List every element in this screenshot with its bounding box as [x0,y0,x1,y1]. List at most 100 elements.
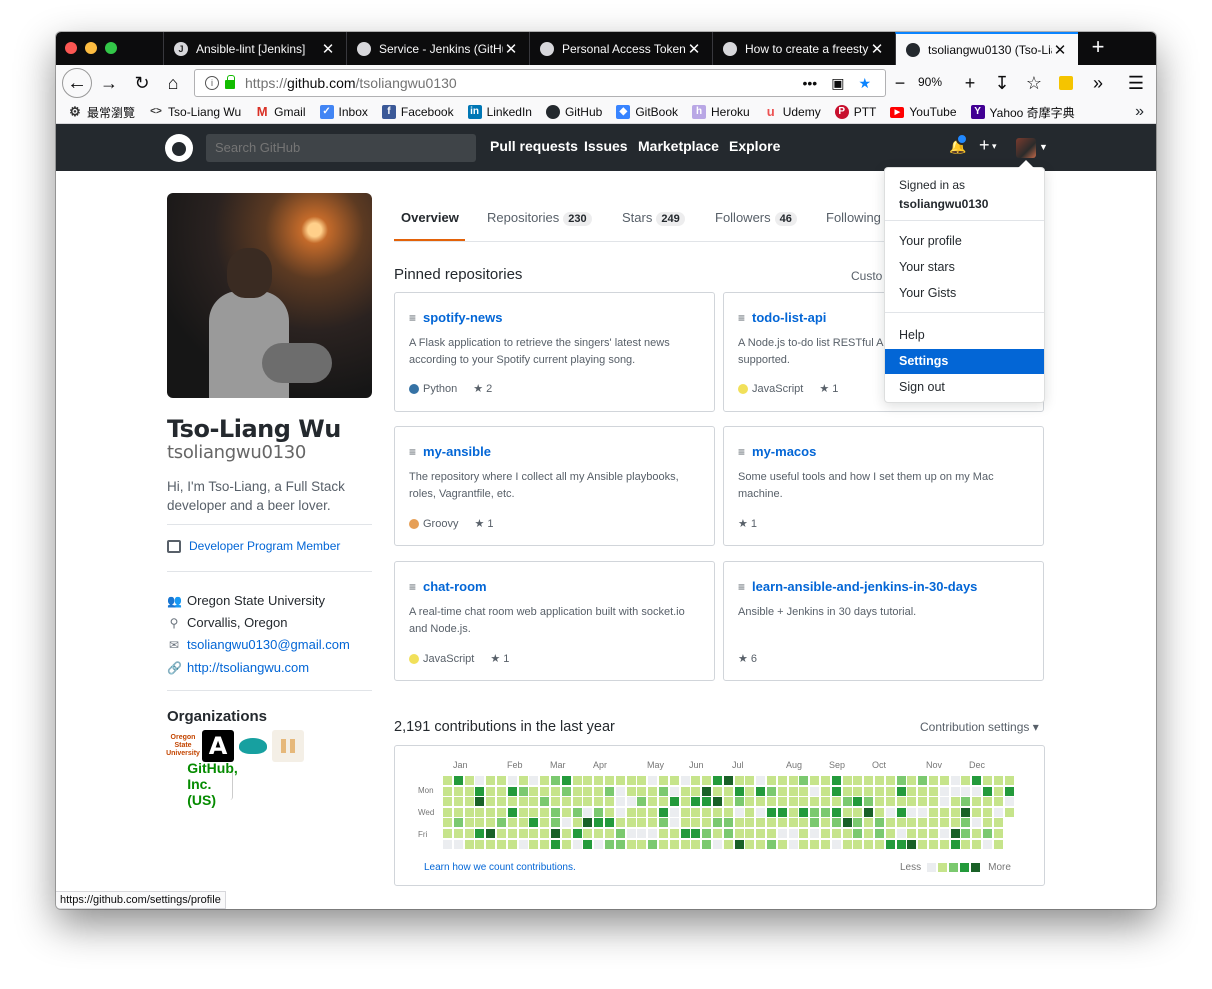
contribution-day-cell[interactable] [864,786,874,796]
contribution-day-cell[interactable] [799,829,809,838]
contribution-day-cell[interactable] [561,786,571,796]
contribution-day-cell[interactable] [767,776,776,785]
contribution-day-cell[interactable] [875,839,884,849]
contribution-day-cell[interactable] [723,807,733,817]
contribution-day-cell[interactable] [788,807,798,817]
contribution-day-cell[interactable] [1004,807,1014,817]
contribution-day-cell[interactable] [669,786,679,796]
contribution-day-cell[interactable] [767,829,776,838]
contribution-day-cell[interactable] [864,797,874,807]
contribution-day-cell[interactable] [507,839,517,849]
contribution-day-cell[interactable] [907,797,917,807]
contribution-day-cell[interactable] [918,818,928,828]
contribution-day-cell[interactable] [993,818,1003,828]
menu-item-sign-out[interactable]: Sign out [885,375,1044,400]
bookmark-facebook[interactable]: f Facebook [381,105,454,119]
contribution-day-cell[interactable] [551,818,560,828]
contribution-day-cell[interactable] [561,776,571,785]
contribution-day-cell[interactable] [605,829,614,838]
contribution-day-cell[interactable] [983,818,992,828]
contribution-day-cell[interactable] [594,818,604,828]
maximize-window-icon[interactable] [105,42,117,54]
contribution-day-cell[interactable] [702,807,712,817]
contribution-day-cell[interactable] [745,829,755,838]
contribution-day-cell[interactable] [551,807,560,817]
contribution-day-cell[interactable] [464,786,474,796]
contribution-day-cell[interactable] [659,829,668,838]
contribution-day-cell[interactable] [605,839,614,849]
tab-stars[interactable]: Stars 249 [622,210,685,226]
contribution-day-cell[interactable] [983,807,992,817]
search-input[interactable] [206,134,476,162]
zoom-in-button[interactable]: + [958,71,982,95]
url-bar[interactable]: i GitHub, Inc. (US) https://github.com/t… [187,69,886,808]
contribution-day-cell[interactable] [939,776,949,785]
contribution-day-cell[interactable] [443,818,452,828]
contribution-day-cell[interactable] [497,807,506,817]
contribution-day-cell[interactable] [453,839,463,849]
contribution-day-cell[interactable] [583,839,593,849]
contribution-day-cell[interactable] [950,818,960,828]
contribution-day-cell[interactable] [561,818,571,828]
nav-explore[interactable]: Explore [729,138,780,154]
contribution-day-cell[interactable] [788,818,798,828]
contribution-day-cell[interactable] [810,839,820,849]
contribution-day-cell[interactable] [713,786,722,796]
contribution-day-cell[interactable] [551,829,560,838]
contribution-day-cell[interactable] [475,807,485,817]
contribution-day-cell[interactable] [767,797,776,807]
contribution-day-cell[interactable] [885,807,895,817]
contribution-day-cell[interactable] [615,818,625,828]
contribution-day-cell[interactable] [648,797,658,807]
contribution-day-cell[interactable] [691,797,701,807]
contribution-day-cell[interactable] [939,807,949,817]
contribution-day-cell[interactable] [788,797,798,807]
contribution-day-cell[interactable] [518,776,528,785]
contribution-day-cell[interactable] [453,818,463,828]
contribution-day-cell[interactable] [831,839,841,849]
contribution-day-cell[interactable] [583,786,593,796]
contribution-day-cell[interactable] [475,786,485,796]
website-link[interactable]: http://tsoliangwu.com [187,660,309,675]
contribution-day-cell[interactable] [723,776,733,785]
contribution-day-cell[interactable] [529,776,539,785]
repo-name-link[interactable]: learn-ansible-and-jenkins-in-30-days [738,579,977,594]
contribution-day-cell[interactable] [853,839,863,849]
contribution-day-cell[interactable] [1004,786,1014,796]
contribution-day-cell[interactable] [756,797,766,807]
contribution-day-cell[interactable] [745,786,755,796]
star-icon[interactable]: ★ 1 [738,517,757,530]
contribution-day-cell[interactable] [702,829,712,838]
contribution-day-cell[interactable] [561,839,571,849]
site-identity[interactable]: GitHub, Inc. (US) [187,760,238,808]
contribution-day-cell[interactable] [875,818,884,828]
contribution-day-cell[interactable] [594,776,604,785]
contribution-day-cell[interactable] [821,797,830,807]
url-text[interactable]: https://github.com/tsoliangwu0130 [245,75,802,91]
contribution-day-cell[interactable] [745,818,755,828]
repo-name-link[interactable]: my-macos [738,444,816,459]
nav-pull-requests[interactable]: Pull requests [490,138,578,154]
contribution-day-cell[interactable] [583,807,593,817]
contribution-day-cell[interactable] [961,797,971,807]
contribution-day-cell[interactable] [745,797,755,807]
contribution-day-cell[interactable] [842,776,852,785]
contribution-day-cell[interactable] [475,818,485,828]
close-window-icon[interactable] [65,42,77,54]
contribution-day-cell[interactable] [713,839,722,849]
contribution-day-cell[interactable] [518,818,528,828]
contribution-day-cell[interactable] [486,807,496,817]
contribution-day-cell[interactable] [799,786,809,796]
contribution-day-cell[interactable] [723,839,733,849]
contribution-day-cell[interactable] [637,839,647,849]
contribution-day-cell[interactable] [831,829,841,838]
menu-item-your-gists[interactable]: Your Gists [885,281,1044,306]
contribution-day-cell[interactable] [443,839,452,849]
contribution-day-cell[interactable] [529,818,539,828]
contribution-day-cell[interactable] [734,839,744,849]
contribution-day-cell[interactable] [626,818,636,828]
contribution-day-cell[interactable] [540,786,550,796]
contribution-day-cell[interactable] [993,829,1003,838]
contribution-day-cell[interactable] [464,818,474,828]
contribution-day-cell[interactable] [842,797,852,807]
